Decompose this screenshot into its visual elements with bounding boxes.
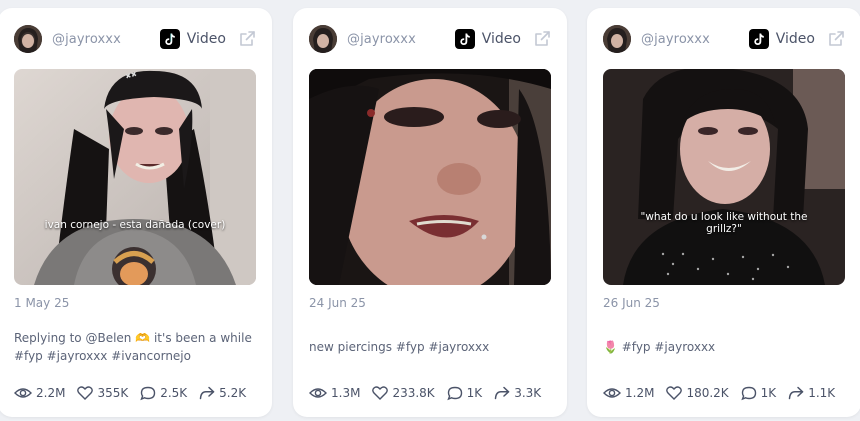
content-type-label: Video — [775, 31, 815, 47]
comment-icon — [740, 386, 756, 400]
comment-icon — [446, 386, 462, 400]
post-caption: Replying to @Belen 🫶 it's been a while #… — [14, 331, 252, 363]
comments-count: 1K — [466, 386, 483, 400]
eye-icon — [603, 388, 621, 398]
engagement-stats: 1.3M 233.8K 1K 3.3K — [309, 384, 553, 402]
content-type-label: Video — [186, 31, 226, 47]
comments-stat: 1K — [740, 386, 777, 401]
external-link-icon[interactable] — [533, 30, 551, 48]
eye-icon — [309, 388, 327, 398]
video-overlay-text: "what do u look like without the grillz?… — [640, 211, 808, 235]
views-count: 2.2M — [36, 386, 66, 400]
views-count: 1.2M — [625, 386, 655, 400]
card-header: @jayroxxx Video — [14, 25, 256, 53]
tiktok-icon — [748, 29, 769, 49]
account-handle[interactable]: @jayroxxx — [641, 32, 710, 47]
likes-count: 355K — [97, 386, 129, 400]
card-header: @jayroxxx Video — [309, 25, 551, 53]
views-count: 1.3M — [331, 386, 361, 400]
post-card: @jayroxxx Video 24 Jun 25 new piercings … — [293, 8, 567, 417]
views-stat: 1.3M — [309, 386, 360, 400]
content-type-label: Video — [481, 31, 521, 47]
engagement-stats: 2.2M 355K 2.5K 5.2K — [14, 384, 258, 402]
shares-stat: 3.3K — [494, 386, 541, 400]
external-link-icon[interactable] — [238, 30, 256, 48]
post-card: @jayroxxx Video ✖✖ ivan cornejo - esta d… — [0, 8, 272, 417]
likes-stat: 233.8K — [372, 386, 435, 400]
likes-count: 233.8K — [392, 386, 435, 400]
post-date: 24 Jun 25 — [309, 296, 366, 310]
share-icon — [494, 386, 510, 400]
shares-stat: 1.1K — [788, 386, 835, 400]
shares-count: 5.2K — [219, 386, 247, 400]
heart-icon — [372, 386, 389, 400]
account-handle[interactable]: @jayroxxx — [347, 32, 416, 47]
avatar[interactable] — [603, 25, 631, 53]
views-stat: 1.2M — [603, 386, 654, 400]
account-handle[interactable]: @jayroxxx — [52, 32, 121, 47]
comments-stat: 2.5K — [140, 386, 187, 401]
comments-count: 1K — [760, 386, 777, 400]
avatar[interactable] — [309, 25, 337, 53]
shares-stat: 5.2K — [199, 386, 246, 400]
likes-stat: 180.2K — [666, 386, 729, 400]
comments-stat: 1K — [446, 386, 483, 401]
share-icon — [788, 386, 804, 400]
video-thumbnail[interactable] — [309, 69, 551, 285]
engagement-stats: 1.2M 180.2K 1K 1.1K — [603, 384, 847, 402]
video-thumbnail[interactable]: "what do u look like without the grillz?… — [603, 69, 845, 285]
share-icon — [199, 386, 215, 400]
post-date: 26 Jun 25 — [603, 296, 660, 310]
comments-count: 2.5K — [160, 386, 188, 400]
tiktok-icon — [454, 29, 475, 49]
tiktok-icon — [159, 29, 180, 49]
heart-icon — [666, 386, 683, 400]
external-link-icon[interactable] — [827, 30, 845, 48]
shares-count: 3.3K — [514, 386, 542, 400]
likes-stat: 355K — [77, 386, 128, 400]
likes-count: 180.2K — [686, 386, 729, 400]
avatar[interactable] — [14, 25, 42, 53]
video-thumbnail[interactable]: ✖✖ ivan cornejo - esta dañada (cover) — [14, 69, 256, 285]
eye-icon — [14, 388, 32, 398]
post-caption: new piercings #fyp #jayroxxx — [309, 340, 490, 354]
heart-icon — [77, 386, 94, 400]
card-header: @jayroxxx Video — [603, 25, 845, 53]
comment-icon — [140, 386, 156, 400]
post-caption: 🌷 #fyp #jayroxxx — [603, 340, 716, 354]
post-card: @jayroxxx Video "what do u look like wit… — [587, 8, 860, 417]
views-stat: 2.2M — [14, 386, 65, 400]
post-date: 1 May 25 — [14, 296, 70, 310]
shares-count: 1.1K — [808, 386, 836, 400]
video-overlay-text: ivan cornejo - esta dañada (cover) — [44, 219, 226, 231]
